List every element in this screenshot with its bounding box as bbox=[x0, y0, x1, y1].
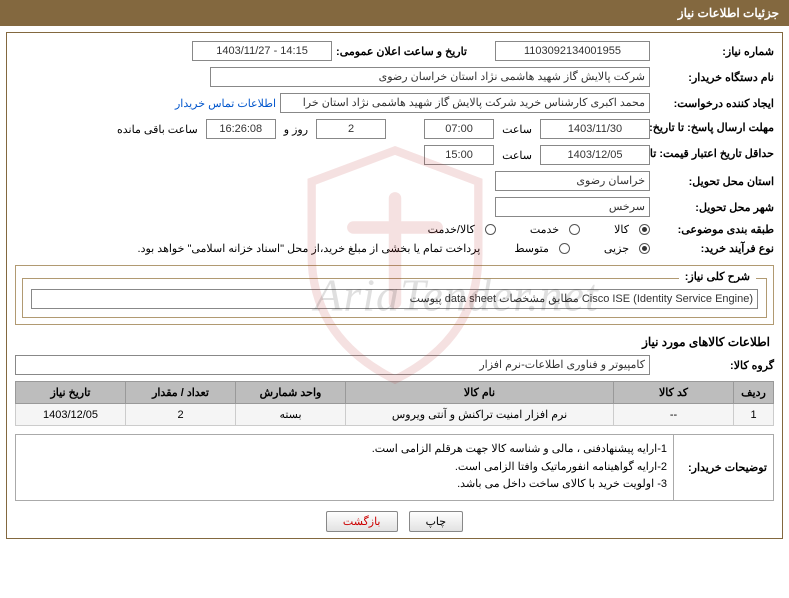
buyer-notes-box: توضیحات خریدار: 1-ارایه پیشنهادفنی ، مال… bbox=[15, 434, 774, 501]
page-title: جزئیات اطلاعات نیاز bbox=[0, 0, 789, 26]
buyer-label: نام دستگاه خریدار: bbox=[654, 71, 774, 84]
th-date: تاریخ نیاز bbox=[16, 382, 126, 404]
deadline-days-field: 2 bbox=[316, 119, 386, 139]
deadline-clock-field: 16:26:08 bbox=[206, 119, 276, 139]
goods-table: ردیف کد کالا نام کالا واحد شمارش تعداد /… bbox=[15, 381, 774, 426]
city-label: شهر محل تحویل: bbox=[654, 201, 774, 214]
validity-label: حداقل تاریخ اعتبار قیمت: تا تاریخ: bbox=[654, 148, 774, 161]
buyer-notes-body: 1-ارایه پیشنهادفنی ، مالی و شناسه کالا ج… bbox=[16, 435, 673, 500]
province-label: استان محل تحویل: bbox=[654, 175, 774, 188]
category-opt-1: خدمت bbox=[530, 223, 559, 236]
cell-name: نرم افزار امنیت تراکنش و آنتی ویروس bbox=[346, 404, 614, 426]
description-field: Cisco ISE (Identity Service Engine) مطاب… bbox=[31, 289, 758, 309]
description-title: شرح کلی نیاز: bbox=[679, 270, 756, 283]
goods-section-title: اطلاعات کالاهای مورد نیاز bbox=[19, 335, 770, 349]
cell-idx: 1 bbox=[734, 404, 774, 426]
table-row: 1 -- نرم افزار امنیت تراکنش و آنتی ویروس… bbox=[16, 404, 774, 426]
category-radio-goods[interactable] bbox=[639, 224, 650, 235]
note-line-2: 2-ارایه گواهینامه انفورماتیک وافتا الزام… bbox=[22, 459, 667, 477]
announce-field: 14:15 - 1403/11/27 bbox=[192, 41, 332, 61]
need-number-field: 1103092134001955 bbox=[495, 41, 650, 61]
note-line-3: 3- اولویت خرید با کالای ساخت داخل می باش… bbox=[22, 476, 667, 494]
table-header-row: ردیف کد کالا نام کالا واحد شمارش تعداد /… bbox=[16, 382, 774, 404]
need-number-label: شماره نیاز: bbox=[654, 45, 774, 58]
deadline-time-label: ساعت bbox=[502, 123, 532, 136]
requester-label: ایجاد کننده درخواست: bbox=[654, 97, 774, 110]
main-panel: AriaTender.net شماره نیاز: 1103092134001… bbox=[6, 32, 783, 539]
process-opt-0: جزیی bbox=[604, 242, 629, 255]
th-idx: ردیف bbox=[734, 382, 774, 404]
description-outer-panel: شرح کلی نیاز: Cisco ISE (Identity Servic… bbox=[15, 265, 774, 325]
button-row: چاپ بازگشت bbox=[15, 511, 774, 532]
category-radio-both[interactable] bbox=[485, 224, 496, 235]
buyer-field: شرکت پالایش گاز شهید هاشمی نژاد استان خر… bbox=[210, 67, 650, 87]
requester-field: محمد اکبری کارشناس خرید شرکت پالایش گاز … bbox=[280, 93, 650, 113]
category-opt-2: کالا/خدمت bbox=[428, 223, 475, 236]
cell-date: 1403/12/05 bbox=[16, 404, 126, 426]
process-radio-medium[interactable] bbox=[559, 243, 570, 254]
buyer-contact-link[interactable]: اطلاعات تماس خریدار bbox=[175, 97, 276, 110]
cell-unit: بسته bbox=[236, 404, 346, 426]
validity-time-label: ساعت bbox=[502, 149, 532, 162]
process-label: نوع فرآیند خرید: bbox=[654, 242, 774, 255]
th-code: کد کالا bbox=[614, 382, 734, 404]
province-field: خراسان رضوی bbox=[495, 171, 650, 191]
deadline-label: مهلت ارسال پاسخ: تا تاریخ: bbox=[654, 122, 774, 135]
deadline-days-label: روز و bbox=[284, 123, 308, 136]
th-name: نام کالا bbox=[346, 382, 614, 404]
deadline-date-field: 1403/11/30 bbox=[540, 119, 650, 139]
category-radio-service[interactable] bbox=[569, 224, 580, 235]
category-opt-0: کالا bbox=[614, 223, 629, 236]
group-field: کامپیوتر و فناوری اطلاعات-نرم افزار bbox=[15, 355, 650, 375]
back-button[interactable]: بازگشت bbox=[326, 511, 398, 532]
th-unit: واحد شمارش bbox=[236, 382, 346, 404]
process-note: پرداخت تمام یا بخشی از مبلغ خرید،از محل … bbox=[138, 242, 481, 255]
deadline-time-field: 07:00 bbox=[424, 119, 494, 139]
category-label: طبقه بندی موضوعی: bbox=[654, 223, 774, 236]
announce-label: تاریخ و ساعت اعلان عمومی: bbox=[336, 45, 467, 58]
validity-date-field: 1403/12/05 bbox=[540, 145, 650, 165]
description-panel: شرح کلی نیاز: Cisco ISE (Identity Servic… bbox=[22, 278, 767, 318]
group-label: گروه کالا: bbox=[654, 359, 774, 372]
buyer-notes-label: توضیحات خریدار: bbox=[673, 435, 773, 500]
note-line-1: 1-ارایه پیشنهادفنی ، مالی و شناسه کالا ج… bbox=[22, 441, 667, 459]
city-field: سرخس bbox=[495, 197, 650, 217]
process-opt-1: متوسط bbox=[514, 242, 549, 255]
cell-qty: 2 bbox=[126, 404, 236, 426]
th-qty: تعداد / مقدار bbox=[126, 382, 236, 404]
process-radio-small[interactable] bbox=[639, 243, 650, 254]
validity-time-field: 15:00 bbox=[424, 145, 494, 165]
deadline-remain-label: ساعت باقی مانده bbox=[117, 123, 198, 136]
print-button[interactable]: چاپ bbox=[409, 511, 464, 532]
cell-code: -- bbox=[614, 404, 734, 426]
